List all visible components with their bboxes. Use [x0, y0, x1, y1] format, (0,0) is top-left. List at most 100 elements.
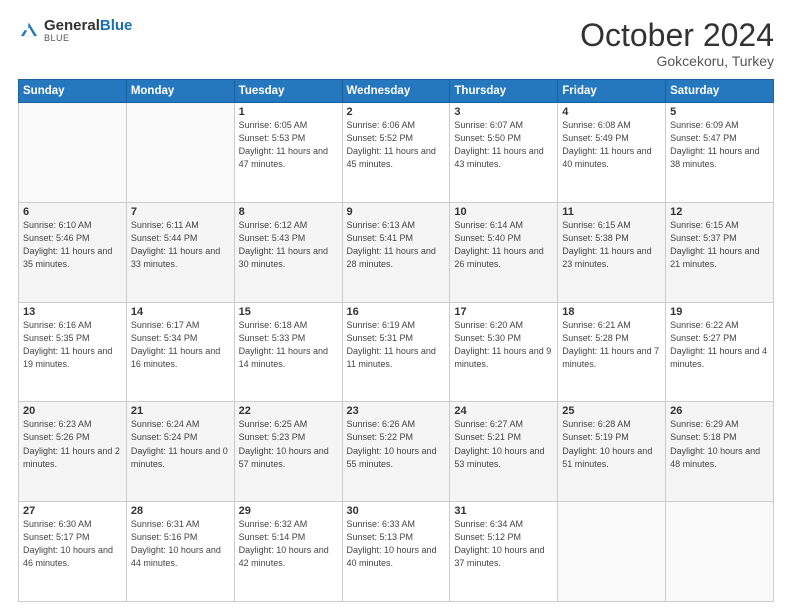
weekday-header-row: Sunday Monday Tuesday Wednesday Thursday…	[19, 80, 774, 103]
calendar-cell: 13Sunrise: 6:16 AMSunset: 5:35 PMDayligh…	[19, 302, 127, 402]
day-number: 24	[454, 405, 553, 417]
day-info: Sunrise: 6:30 AMSunset: 5:17 PMDaylight:…	[23, 518, 122, 570]
day-info: Sunrise: 6:32 AMSunset: 5:14 PMDaylight:…	[239, 518, 338, 570]
day-info: Sunrise: 6:11 AMSunset: 5:44 PMDaylight:…	[131, 219, 230, 271]
day-number: 3	[454, 106, 553, 118]
title-block: October 2024 Gokcekoru, Turkey	[580, 18, 774, 69]
calendar-cell	[558, 502, 666, 602]
day-info: Sunrise: 6:13 AMSunset: 5:41 PMDaylight:…	[347, 219, 446, 271]
calendar-cell: 10Sunrise: 6:14 AMSunset: 5:40 PMDayligh…	[450, 202, 558, 302]
day-info: Sunrise: 6:34 AMSunset: 5:12 PMDaylight:…	[454, 518, 553, 570]
day-number: 18	[562, 306, 661, 318]
calendar-cell: 9Sunrise: 6:13 AMSunset: 5:41 PMDaylight…	[342, 202, 450, 302]
day-number: 28	[131, 505, 230, 517]
day-info: Sunrise: 6:28 AMSunset: 5:19 PMDaylight:…	[562, 418, 661, 470]
day-number: 4	[562, 106, 661, 118]
week-row-2: 13Sunrise: 6:16 AMSunset: 5:35 PMDayligh…	[19, 302, 774, 402]
day-number: 11	[562, 206, 661, 218]
calendar-cell: 21Sunrise: 6:24 AMSunset: 5:24 PMDayligh…	[126, 402, 234, 502]
calendar-body: 1Sunrise: 6:05 AMSunset: 5:53 PMDaylight…	[19, 103, 774, 602]
header-thursday: Thursday	[450, 80, 558, 103]
calendar-cell: 18Sunrise: 6:21 AMSunset: 5:28 PMDayligh…	[558, 302, 666, 402]
calendar-cell: 5Sunrise: 6:09 AMSunset: 5:47 PMDaylight…	[666, 103, 774, 203]
day-info: Sunrise: 6:18 AMSunset: 5:33 PMDaylight:…	[239, 319, 338, 371]
day-info: Sunrise: 6:22 AMSunset: 5:27 PMDaylight:…	[670, 319, 769, 371]
day-info: Sunrise: 6:07 AMSunset: 5:50 PMDaylight:…	[454, 119, 553, 171]
day-info: Sunrise: 6:19 AMSunset: 5:31 PMDaylight:…	[347, 319, 446, 371]
day-info: Sunrise: 6:05 AMSunset: 5:53 PMDaylight:…	[239, 119, 338, 171]
header-monday: Monday	[126, 80, 234, 103]
calendar-cell: 20Sunrise: 6:23 AMSunset: 5:26 PMDayligh…	[19, 402, 127, 502]
day-number: 8	[239, 206, 338, 218]
day-number: 16	[347, 306, 446, 318]
calendar-cell: 25Sunrise: 6:28 AMSunset: 5:19 PMDayligh…	[558, 402, 666, 502]
calendar-cell: 4Sunrise: 6:08 AMSunset: 5:49 PMDaylight…	[558, 103, 666, 203]
header-wednesday: Wednesday	[342, 80, 450, 103]
calendar-table: Sunday Monday Tuesday Wednesday Thursday…	[18, 79, 774, 602]
month-title: October 2024	[580, 18, 774, 53]
day-number: 13	[23, 306, 122, 318]
day-info: Sunrise: 6:16 AMSunset: 5:35 PMDaylight:…	[23, 319, 122, 371]
calendar-cell: 24Sunrise: 6:27 AMSunset: 5:21 PMDayligh…	[450, 402, 558, 502]
day-info: Sunrise: 6:31 AMSunset: 5:16 PMDaylight:…	[131, 518, 230, 570]
header-saturday: Saturday	[666, 80, 774, 103]
header-sunday: Sunday	[19, 80, 127, 103]
week-row-4: 27Sunrise: 6:30 AMSunset: 5:17 PMDayligh…	[19, 502, 774, 602]
calendar-cell: 22Sunrise: 6:25 AMSunset: 5:23 PMDayligh…	[234, 402, 342, 502]
day-info: Sunrise: 6:09 AMSunset: 5:47 PMDaylight:…	[670, 119, 769, 171]
day-info: Sunrise: 6:10 AMSunset: 5:46 PMDaylight:…	[23, 219, 122, 271]
day-number: 2	[347, 106, 446, 118]
day-info: Sunrise: 6:12 AMSunset: 5:43 PMDaylight:…	[239, 219, 338, 271]
day-number: 26	[670, 405, 769, 417]
calendar-cell: 3Sunrise: 6:07 AMSunset: 5:50 PMDaylight…	[450, 103, 558, 203]
day-info: Sunrise: 6:26 AMSunset: 5:22 PMDaylight:…	[347, 418, 446, 470]
header-friday: Friday	[558, 80, 666, 103]
day-info: Sunrise: 6:21 AMSunset: 5:28 PMDaylight:…	[562, 319, 661, 371]
day-info: Sunrise: 6:08 AMSunset: 5:49 PMDaylight:…	[562, 119, 661, 171]
calendar-cell: 6Sunrise: 6:10 AMSunset: 5:46 PMDaylight…	[19, 202, 127, 302]
day-number: 19	[670, 306, 769, 318]
calendar-cell	[19, 103, 127, 203]
calendar-cell: 28Sunrise: 6:31 AMSunset: 5:16 PMDayligh…	[126, 502, 234, 602]
logo-general: GeneralBlue	[44, 18, 132, 33]
calendar-cell: 19Sunrise: 6:22 AMSunset: 5:27 PMDayligh…	[666, 302, 774, 402]
day-number: 23	[347, 405, 446, 417]
calendar-page: GeneralBlue BLUE October 2024 Gokcekoru,…	[0, 0, 792, 612]
day-number: 31	[454, 505, 553, 517]
calendar-cell: 1Sunrise: 6:05 AMSunset: 5:53 PMDaylight…	[234, 103, 342, 203]
day-info: Sunrise: 6:29 AMSunset: 5:18 PMDaylight:…	[670, 418, 769, 470]
calendar-cell: 31Sunrise: 6:34 AMSunset: 5:12 PMDayligh…	[450, 502, 558, 602]
day-info: Sunrise: 6:15 AMSunset: 5:37 PMDaylight:…	[670, 219, 769, 271]
logo: GeneralBlue BLUE	[18, 18, 132, 43]
calendar-cell: 7Sunrise: 6:11 AMSunset: 5:44 PMDaylight…	[126, 202, 234, 302]
header: GeneralBlue BLUE October 2024 Gokcekoru,…	[18, 18, 774, 69]
logo-tagline: BLUE	[44, 33, 132, 43]
day-info: Sunrise: 6:17 AMSunset: 5:34 PMDaylight:…	[131, 319, 230, 371]
day-info: Sunrise: 6:33 AMSunset: 5:13 PMDaylight:…	[347, 518, 446, 570]
day-number: 5	[670, 106, 769, 118]
day-number: 20	[23, 405, 122, 417]
calendar-cell: 26Sunrise: 6:29 AMSunset: 5:18 PMDayligh…	[666, 402, 774, 502]
week-row-0: 1Sunrise: 6:05 AMSunset: 5:53 PMDaylight…	[19, 103, 774, 203]
day-number: 21	[131, 405, 230, 417]
header-tuesday: Tuesday	[234, 80, 342, 103]
day-number: 1	[239, 106, 338, 118]
day-info: Sunrise: 6:24 AMSunset: 5:24 PMDaylight:…	[131, 418, 230, 470]
week-row-1: 6Sunrise: 6:10 AMSunset: 5:46 PMDaylight…	[19, 202, 774, 302]
day-info: Sunrise: 6:14 AMSunset: 5:40 PMDaylight:…	[454, 219, 553, 271]
day-number: 22	[239, 405, 338, 417]
calendar-cell: 17Sunrise: 6:20 AMSunset: 5:30 PMDayligh…	[450, 302, 558, 402]
day-number: 17	[454, 306, 553, 318]
day-number: 30	[347, 505, 446, 517]
day-info: Sunrise: 6:23 AMSunset: 5:26 PMDaylight:…	[23, 418, 122, 470]
day-number: 14	[131, 306, 230, 318]
day-number: 10	[454, 206, 553, 218]
day-info: Sunrise: 6:06 AMSunset: 5:52 PMDaylight:…	[347, 119, 446, 171]
calendar-cell: 23Sunrise: 6:26 AMSunset: 5:22 PMDayligh…	[342, 402, 450, 502]
day-number: 6	[23, 206, 122, 218]
logo-icon	[18, 20, 40, 42]
day-info: Sunrise: 6:20 AMSunset: 5:30 PMDaylight:…	[454, 319, 553, 371]
day-number: 7	[131, 206, 230, 218]
day-number: 15	[239, 306, 338, 318]
calendar-cell: 30Sunrise: 6:33 AMSunset: 5:13 PMDayligh…	[342, 502, 450, 602]
